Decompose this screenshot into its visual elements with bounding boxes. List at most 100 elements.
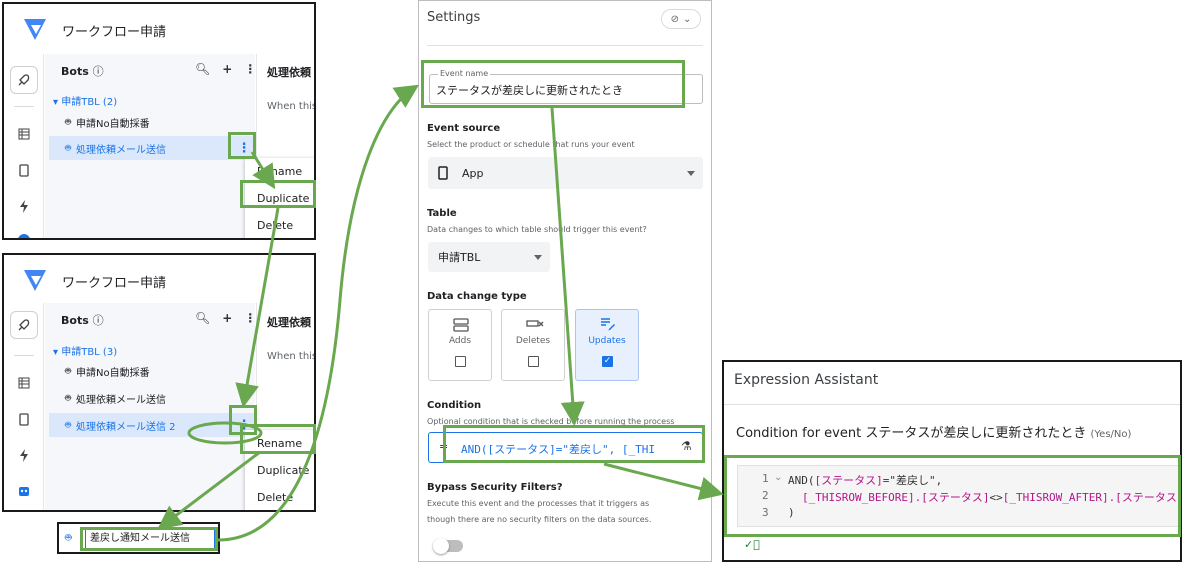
chevron-down-icon xyxy=(687,171,695,176)
rename-strip: 🤖︎ 差戻し通知メール送信 xyxy=(57,522,220,554)
robot-icon: 🤖︎ xyxy=(65,366,71,377)
bot-icon[interactable] xyxy=(10,226,38,238)
event-source-select[interactable]: App xyxy=(428,157,703,189)
bot-icon[interactable] xyxy=(10,477,38,505)
table-icon[interactable] xyxy=(10,369,38,397)
bypass-toggle[interactable] xyxy=(433,538,463,554)
condition-label: Condition xyxy=(427,400,482,411)
updates-checkbox[interactable]: ✓ xyxy=(602,356,613,367)
delete-row-icon xyxy=(526,320,544,327)
rename-menu-item[interactable]: Rename xyxy=(245,430,314,457)
add-row-icon xyxy=(453,318,469,332)
code-editor[interactable]: 1 2 3 ⌄ AND([ステータス]="差戻し", [_THISROW_BEF… xyxy=(737,465,1182,527)
bolt-icon[interactable] xyxy=(10,192,38,220)
app-title: ワークフロー申請 xyxy=(62,276,167,291)
event-source-help: Select the product or schedule that runs… xyxy=(427,140,635,149)
fold-chevron-icon[interactable]: ⌄ xyxy=(774,472,782,483)
condition-field[interactable]: = AND([ステータス]="差戻し", [_THI ⚗ xyxy=(428,432,703,463)
rocket-icon[interactable] xyxy=(10,66,38,94)
rename-menu-item[interactable]: Rename xyxy=(245,158,314,185)
duplicate-menu-item[interactable]: Duplicate xyxy=(245,457,314,484)
list-item[interactable]: 🤖︎ 処理依頼メール送信 xyxy=(49,136,255,160)
condition-value: AND([ステータス]="差戻し", [_THI xyxy=(461,443,655,456)
adds-checkbox[interactable] xyxy=(455,356,466,367)
settings-panel: Settings ⊘ ⌄ Event name ステータスが差戻しに更新されたとき… xyxy=(418,0,712,562)
list-item[interactable]: 🤖︎ 処理依頼メール送信 2 xyxy=(49,413,255,437)
robot-icon: 🤖︎ xyxy=(65,531,72,544)
data-change-type-label: Data change type xyxy=(427,291,527,302)
event-name-value: ステータスが差戻しに更新されたとき xyxy=(436,84,623,97)
table-group[interactable]: ▾ 申請TBL (3) xyxy=(53,343,117,358)
info-icon: ⓘ xyxy=(92,314,104,327)
link-off-toggle[interactable]: ⊘ ⌄ xyxy=(661,9,701,29)
expression-assistant: Expression Assistant Condition for event… xyxy=(722,360,1182,562)
process-title: 処理依頼 xyxy=(267,316,311,329)
robot-icon: 🤖︎ xyxy=(65,420,71,431)
nav-rail xyxy=(4,303,44,510)
table-group[interactable]: ▾ 申請TBL (2) xyxy=(53,93,117,108)
robot-icon: 🤖︎ xyxy=(65,143,71,154)
bots-tree: Bots ⓘ 🔍︎ + ⋮ ▾ 申請TBL (3) 🤖︎ 申請No自動採番 🤖︎ 処… xyxy=(45,303,256,510)
duplicate-menu-item[interactable]: Duplicate xyxy=(245,185,314,212)
bots-header: Bots ⓘ xyxy=(61,314,104,327)
updates-option[interactable]: Updates ✓ xyxy=(575,309,639,381)
expression-subtitle: Condition for event ステータスが差戻しに更新されたとき (Y… xyxy=(736,426,1132,441)
code-line-3: ) xyxy=(788,506,795,519)
list-item[interactable]: 🤖︎ 処理依頼メール送信 xyxy=(49,386,255,410)
robot-icon: 🤖︎ xyxy=(65,393,71,404)
flask-icon[interactable]: ⚗ xyxy=(681,439,692,453)
info-icon: ⓘ xyxy=(92,65,104,78)
event-name-field[interactable]: Event name ステータスが差戻しに更新されたとき xyxy=(429,69,703,104)
add-icon[interactable]: + xyxy=(222,62,232,76)
phone-icon[interactable] xyxy=(10,156,38,184)
phone-icon xyxy=(438,166,448,180)
table-icon[interactable] xyxy=(10,120,38,148)
deletes-option[interactable]: Deletes xyxy=(501,309,565,381)
list-item[interactable]: 🤖︎ 申請No自動採番 xyxy=(49,359,255,383)
expression-title: Expression Assistant xyxy=(734,372,879,388)
chevron-down-icon: ⌄ xyxy=(683,13,692,25)
event-name-label: Event name xyxy=(438,69,491,78)
condition-help: Optional condition that is checked befor… xyxy=(427,417,675,426)
list-item[interactable]: 🤖︎ 申請No自動採番 xyxy=(49,110,255,134)
bypass-help-2: though there are no security filters on … xyxy=(427,515,652,524)
bots-tree: Bots ⓘ 🔍︎ + ⋮ ▾ 申請TBL (2) 🤖︎ 申請No自動採番 🤖︎ 処… xyxy=(45,54,256,238)
bolt-icon[interactable] xyxy=(10,441,38,469)
process-subtitle: When this xyxy=(267,101,316,112)
bots-editor-after: ワークフロー申請 Bots ⓘ 🔍︎ + ⋮ ▾ 申請TBL (3) 🤖︎ 申請N… xyxy=(2,253,316,512)
bypass-label: Bypass Security Filters? xyxy=(427,482,563,493)
equals-prefix: = xyxy=(439,440,449,453)
edit-rows-icon xyxy=(601,318,615,331)
table-label: Table xyxy=(427,208,457,219)
add-icon[interactable]: + xyxy=(222,311,232,325)
rename-input[interactable]: 差戻し通知メール送信 xyxy=(85,529,215,549)
table-select[interactable]: 申請TBL xyxy=(428,242,550,272)
delete-menu-item[interactable]: Delete xyxy=(245,484,314,510)
code-line-2: [_THISROW_BEFORE].[ステータス]<>[_THISROW_AFT… xyxy=(802,491,1182,504)
delete-menu-item[interactable]: Delete xyxy=(245,212,314,238)
chevron-down-icon xyxy=(534,255,542,260)
valid-check-icon: ✓⃝ xyxy=(744,538,760,551)
rocket-icon[interactable] xyxy=(10,311,38,339)
robot-icon: 🤖︎ xyxy=(65,117,71,128)
process-subtitle: When this xyxy=(267,351,316,362)
deletes-checkbox[interactable] xyxy=(528,356,539,367)
appsheet-logo-icon xyxy=(24,19,46,40)
phone-icon[interactable] xyxy=(10,405,38,433)
code-line-1: AND([ステータス]="差戻し", xyxy=(788,474,943,487)
process-title: 処理依頼 xyxy=(267,66,311,79)
bots-header: Bots ⓘ xyxy=(61,65,104,78)
chevron-down-icon: ▾ xyxy=(53,347,59,358)
app-title: ワークフロー申請 xyxy=(62,25,167,40)
search-icon[interactable]: 🔍︎ xyxy=(195,62,210,76)
context-menu: Rename Duplicate Delete xyxy=(245,430,314,510)
more-vert-icon[interactable]: ⋮ xyxy=(244,311,256,325)
adds-option[interactable]: Adds xyxy=(428,309,492,381)
table-help: Data changes to which table should trigg… xyxy=(427,225,647,234)
bypass-help-1: Execute this event and the processes tha… xyxy=(427,499,650,508)
item-menu-button[interactable]: ⋮ xyxy=(235,137,253,159)
bots-editor-before: ワークフロー申請 Bots ⓘ 🔍︎ + ⋮ ▾ 申請TBL (2) 🤖︎ 申請N… xyxy=(2,2,316,240)
chevron-down-icon: ▾ xyxy=(53,97,59,108)
search-icon[interactable]: 🔍︎ xyxy=(195,311,210,325)
more-vert-icon[interactable]: ⋮ xyxy=(244,62,256,76)
